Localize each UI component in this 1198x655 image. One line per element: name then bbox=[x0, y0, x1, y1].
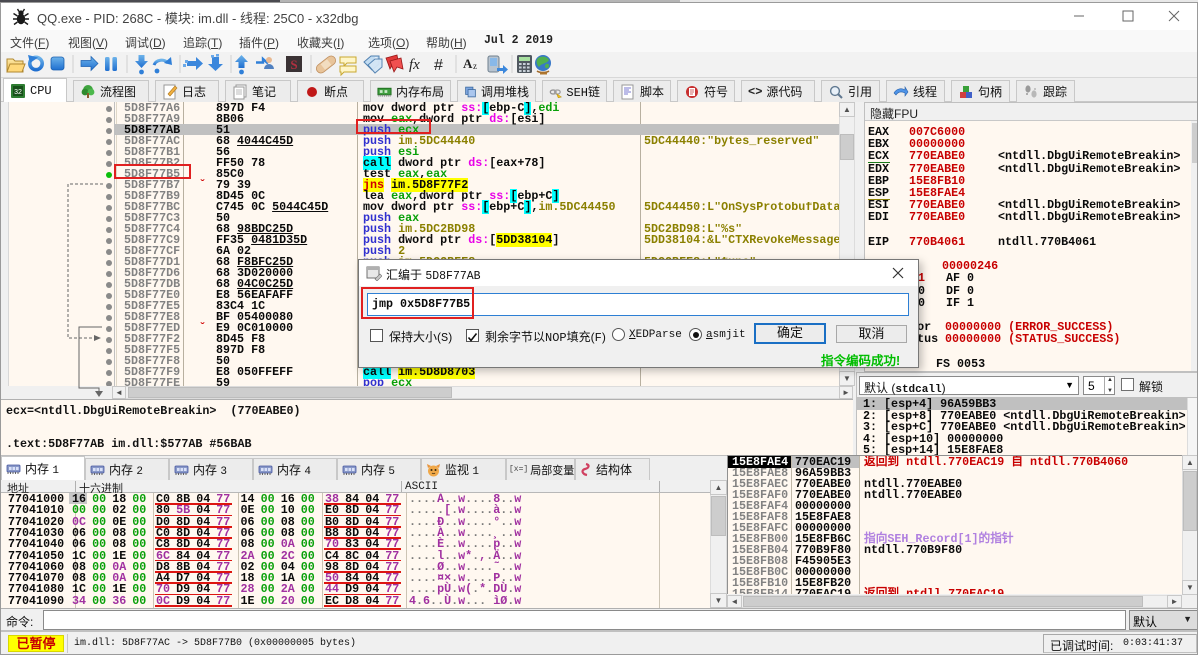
svg-text:A: A bbox=[463, 56, 473, 71]
svg-text:z: z bbox=[473, 61, 477, 71]
svg-text:32: 32 bbox=[14, 89, 22, 96]
svg-text:fx: fx bbox=[409, 57, 420, 73]
svg-text:#: # bbox=[434, 57, 443, 74]
svg-text:S: S bbox=[290, 57, 297, 72]
